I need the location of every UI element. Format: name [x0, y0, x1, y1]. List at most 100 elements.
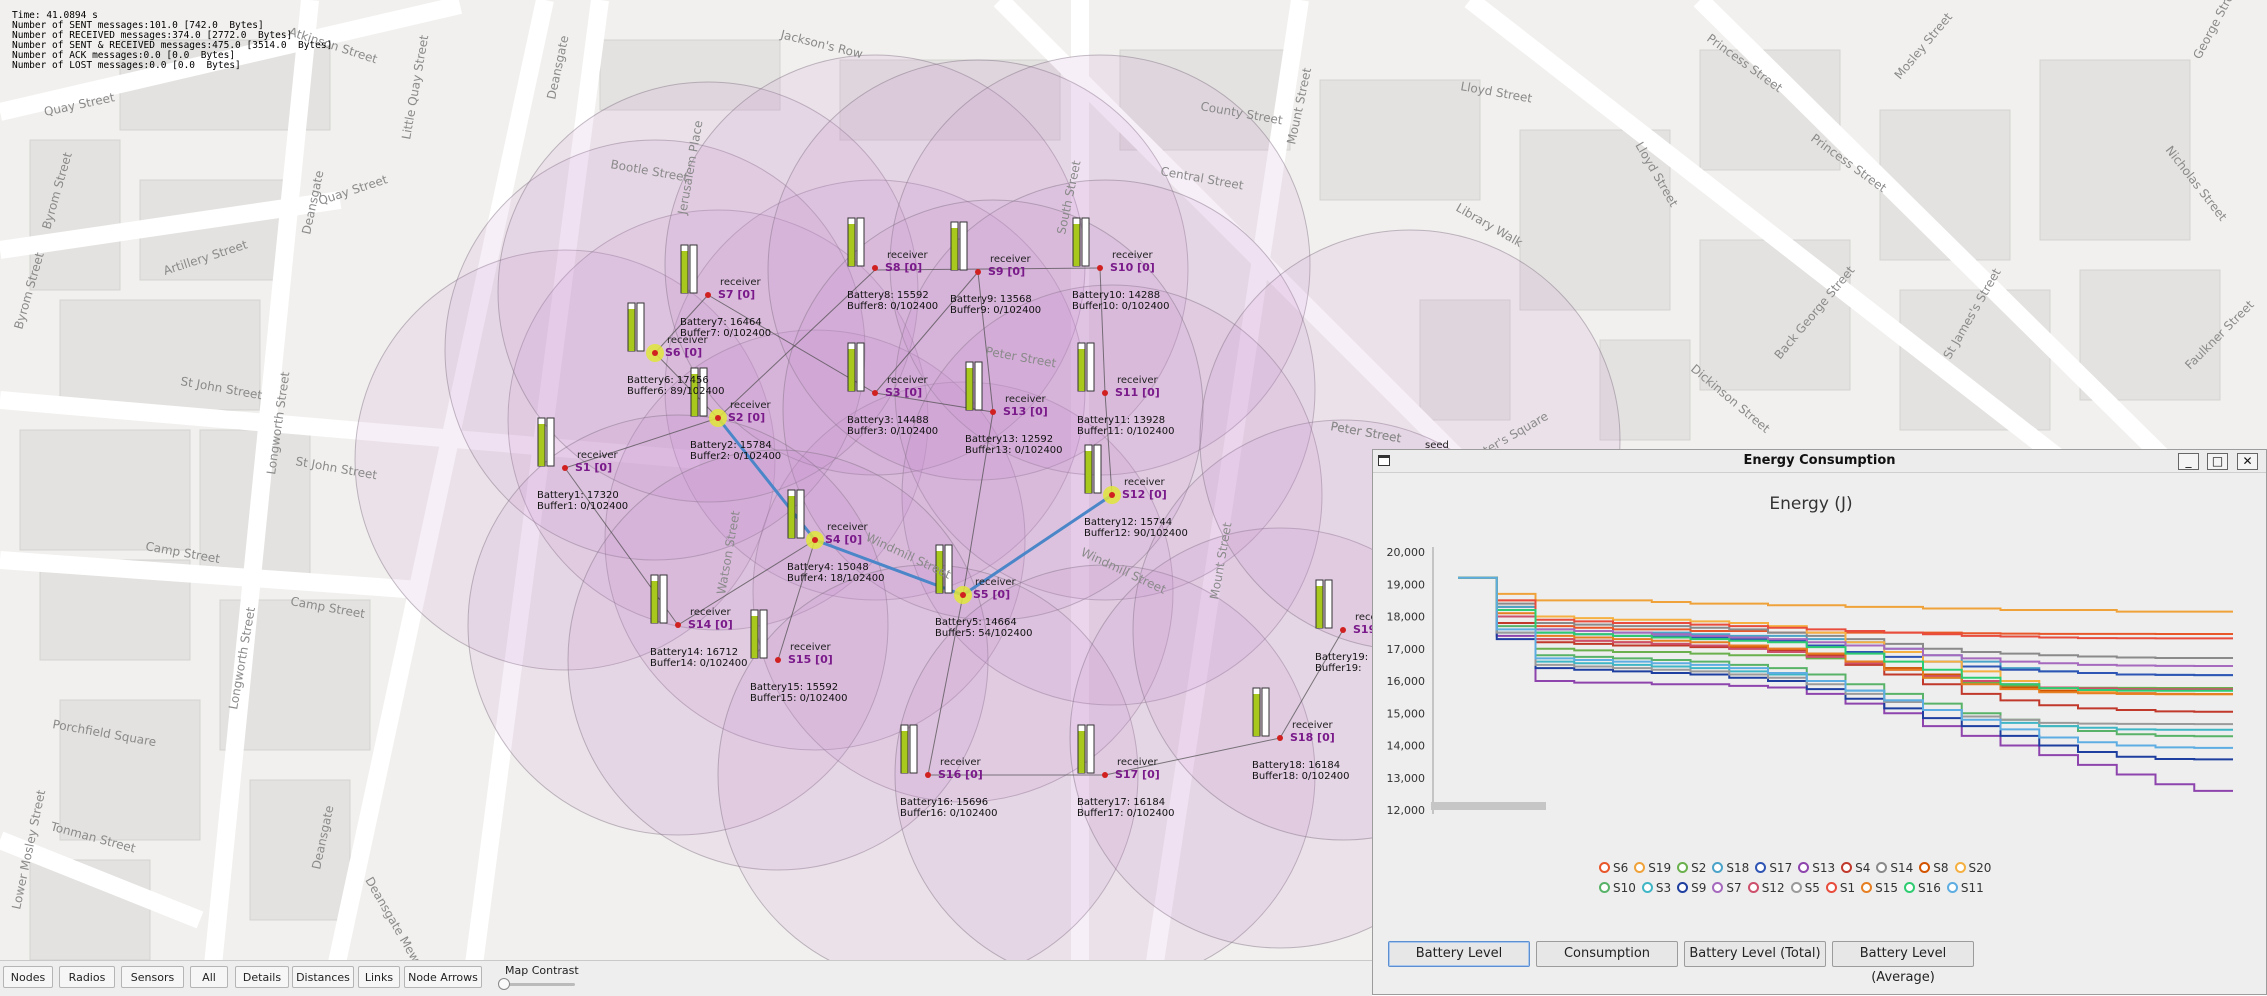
nodes-button[interactable]: Nodes: [3, 966, 53, 988]
map-contrast-slider[interactable]: [503, 983, 575, 986]
legend-marker: [1634, 862, 1646, 873]
map-contrast-slider-knob[interactable]: [498, 978, 510, 990]
minimize-button[interactable]: _: [2178, 453, 2199, 470]
node-buffer: Buffer11: 0/102400: [1077, 426, 1175, 437]
node-dot: [562, 465, 568, 471]
legend-marker: [1790, 882, 1802, 893]
legend-item[interactable]: S17: [1755, 861, 1792, 875]
legend-item[interactable]: S13: [1798, 861, 1835, 875]
tab-battery-level[interactable]: Battery Level: [1388, 941, 1530, 967]
legend-item[interactable]: S5: [1790, 881, 1820, 895]
legend-label: S13: [1812, 861, 1836, 875]
y-tick-label: 16,000: [1387, 675, 1426, 688]
node-battery: Battery3: 14488: [847, 415, 929, 426]
x-axis-scrollbar[interactable]: [1431, 802, 1546, 810]
legend-label: S9: [1691, 881, 1707, 895]
legend-item[interactable]: S7: [1712, 881, 1742, 895]
energy-consumption-window[interactable]: Energy Consumption _ □ ✕ Energy (J) 20,0…: [1372, 449, 2267, 995]
legend-label: S1: [1839, 881, 1856, 895]
node-label: S5 [0]: [973, 588, 1010, 601]
chart-title: Energy (J): [1769, 494, 1852, 514]
node-role: receiver: [720, 277, 762, 288]
simulation-stats: Time: 41.0894 s Number of SENT messages:1…: [12, 11, 332, 71]
node-buffer: Buffer17: 0/102400: [1077, 808, 1175, 819]
node-buffer: Buffer4: 18/102400: [787, 573, 885, 584]
street-label: Byrom Street: [11, 250, 46, 330]
legend-item[interactable]: S15: [1861, 881, 1898, 895]
street-label: Jackson's Row: [778, 27, 864, 61]
node-role: receiver: [887, 375, 929, 386]
node-dot: [990, 409, 996, 415]
legend-label: S11: [1960, 881, 1984, 895]
legend-item[interactable]: S16: [1904, 881, 1941, 895]
legend-item[interactable]: S10: [1599, 881, 1636, 895]
maximize-button[interactable]: □: [2207, 453, 2228, 470]
legend-marker: [1841, 862, 1853, 873]
legend-marker: [1954, 862, 1966, 873]
node-battery: Battery14: 16712: [650, 647, 738, 658]
battery-fill: [951, 228, 958, 270]
node-buffer: Buffer12: 90/102400: [1084, 528, 1188, 539]
legend-item[interactable]: S11: [1946, 881, 1984, 895]
y-tick-label: 17,000: [1387, 643, 1426, 656]
legend-item[interactable]: S6: [1599, 861, 1628, 875]
legend-label: S4: [1855, 861, 1871, 875]
legend-label: S7: [1726, 881, 1742, 895]
node-dot: [925, 772, 931, 778]
battery-fill: [1253, 694, 1260, 736]
buffer-gauge: [1081, 217, 1090, 267]
legend-item[interactable]: S2: [1677, 861, 1706, 875]
legend-item[interactable]: S3: [1641, 881, 1671, 895]
node-buffer: Buffer1: 0/102400: [537, 501, 628, 512]
y-tick-label: 20,000: [1387, 546, 1426, 559]
legend-item[interactable]: S4: [1841, 861, 1870, 875]
legend-marker: [1825, 882, 1837, 893]
buffer-gauge: [1086, 342, 1095, 392]
map-toolbar: Nodes Radios Sensors All Details Distanc…: [0, 960, 1372, 996]
radios-button[interactable]: Radios: [59, 966, 115, 988]
battery-fill: [681, 251, 688, 293]
legend-item[interactable]: S18: [1712, 861, 1749, 875]
node-battery: Battery12: 15744: [1084, 517, 1172, 528]
legend-label: S8: [1933, 861, 1949, 875]
tab-battery-level-average[interactable]: Battery Level (Average): [1832, 941, 1974, 985]
chart-series: [1458, 576, 2233, 792]
node-buffer: Buffer6: 89/102400: [627, 386, 725, 397]
legend-item[interactable]: S14: [1876, 861, 1913, 875]
tab-battery-level-total[interactable]: Battery Level (Total): [1684, 941, 1826, 967]
buffer-gauge: [1261, 687, 1270, 737]
node-dot: [652, 350, 658, 356]
node-buffer: Buffer2: 0/102400: [690, 451, 781, 462]
buffer-gauge: [636, 302, 645, 352]
node-buffer: Buffer10: 0/102400: [1072, 301, 1170, 312]
legend-item[interactable]: S20: [1954, 861, 1991, 875]
battery-fill: [538, 424, 545, 466]
legend-row: S6 S19 S2 S18 S17 S13 S4 S14 S8 S20: [1599, 857, 2039, 877]
legend-marker: [1712, 882, 1724, 893]
legend-marker: [1798, 862, 1810, 873]
legend-item[interactable]: S19: [1634, 861, 1671, 875]
window-titlebar[interactable]: Energy Consumption _ □ ✕: [1373, 450, 2266, 473]
details-button[interactable]: Details: [235, 966, 289, 988]
street-label: Deansgate: [544, 34, 571, 100]
legend-item[interactable]: S9: [1677, 881, 1706, 895]
battery-fill: [788, 496, 795, 538]
node-dot: [975, 269, 981, 275]
battery-fill: [1316, 586, 1323, 628]
close-button[interactable]: ✕: [2237, 453, 2258, 470]
y-tick-label: 18,000: [1387, 611, 1426, 624]
sensors-button[interactable]: Sensors: [121, 966, 184, 988]
node-buffer: Buffer5: 54/102400: [935, 628, 1033, 639]
tab-consumption[interactable]: Consumption: [1536, 941, 1678, 967]
all-button[interactable]: All: [190, 966, 228, 988]
legend-item[interactable]: S8: [1919, 861, 1949, 875]
legend-item[interactable]: S12: [1747, 881, 1785, 895]
legend-marker: [1641, 882, 1653, 893]
node-label: S7 [0]: [718, 288, 755, 301]
legend-item[interactable]: S1: [1825, 881, 1856, 895]
distances-button[interactable]: Distances: [292, 966, 354, 988]
node-arrows-button[interactable]: Node Arrows: [404, 966, 482, 988]
legend-label: S16: [1918, 881, 1941, 895]
node-label: S17 [0]: [1115, 768, 1160, 781]
links-button[interactable]: Links: [358, 966, 400, 988]
